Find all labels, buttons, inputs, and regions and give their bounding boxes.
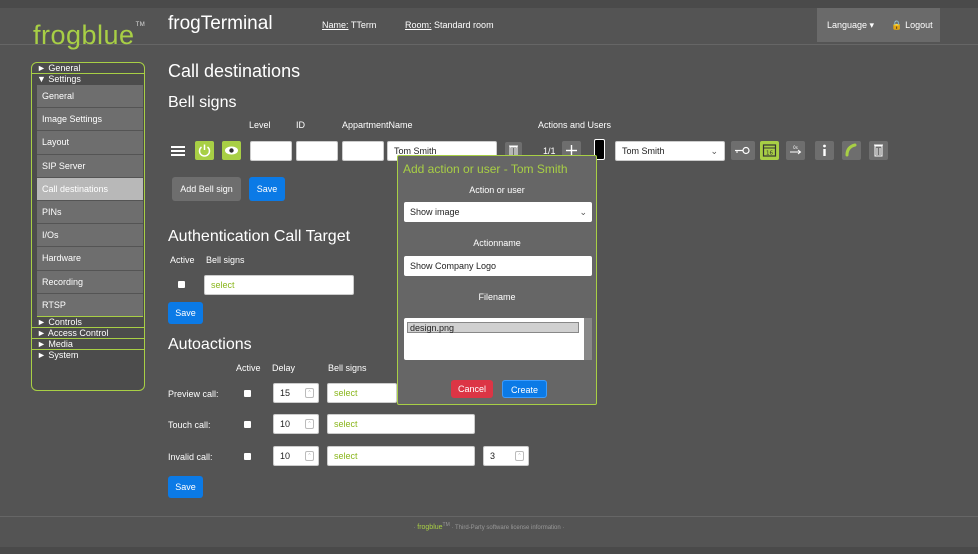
stepper-arrows-icon: ⌃ (515, 451, 524, 461)
level-input[interactable] (250, 141, 292, 161)
chevron-down-icon: ⌄ (710, 146, 718, 156)
nav-category-access-control[interactable]: ► Access Control (32, 328, 144, 339)
phone-call-icon[interactable] (842, 141, 861, 160)
nav-category-controls[interactable]: ► Controls (32, 317, 144, 328)
delay-icon[interactable]: 0s (786, 141, 805, 160)
info-icon[interactable] (815, 141, 834, 160)
auth-active-checkbox[interactable] (178, 281, 185, 288)
invalid-call-label: Invalid call: (168, 452, 213, 462)
stepper-arrows-icon: ⌃ (305, 388, 314, 398)
col-level: Level (249, 120, 271, 130)
autoactions-heading: Autoactions (168, 336, 252, 353)
preview-call-bell-select[interactable]: select (327, 383, 397, 403)
power-icon[interactable] (195, 141, 214, 160)
touch-call-label: Touch call: (168, 420, 211, 430)
invalid-call-count-stepper[interactable]: 3 ⌃ (483, 446, 529, 466)
sidebar-item-layout[interactable]: Layout (37, 131, 143, 155)
autoactions-col-bell-signs: Bell signs (328, 363, 367, 373)
auth-col-active: Active (170, 255, 195, 265)
sidebar-nav: ► General ▼ Settings General Image Setti… (31, 62, 145, 391)
room-name: Room: Standard room (405, 20, 494, 30)
sidebar-item-recording[interactable]: Recording (37, 270, 143, 294)
col-actions-users: Actions and Users (538, 120, 612, 130)
language-dropdown[interactable]: Language ▾ (817, 8, 884, 42)
preview-call-active-checkbox[interactable] (244, 390, 251, 397)
bottom-band (0, 547, 978, 554)
listbox-scrollbar[interactable] (584, 318, 592, 360)
app-title: frogTerminal (168, 13, 273, 34)
create-button[interactable]: Create (502, 380, 547, 398)
footer-divider (0, 516, 978, 517)
sidebar-item-ios[interactable]: I/Os (37, 224, 143, 248)
eye-icon[interactable] (222, 141, 241, 160)
calendar-icon[interactable]: 16 (760, 141, 779, 160)
logout-button[interactable]: 🔒 Logout (884, 8, 940, 42)
autoactions-col-active: Active (236, 363, 261, 373)
device-name: Name: TTerm (322, 20, 377, 30)
svg-text:0s: 0s (793, 145, 798, 150)
file-option[interactable]: design.png (407, 322, 579, 333)
actionname-label: Actionname (473, 238, 521, 248)
add-bell-sign-button[interactable]: Add Bell sign (172, 177, 241, 201)
filename-listbox[interactable]: design.png (404, 318, 592, 360)
modal-title: Add action or user - Tom Smith (403, 162, 568, 176)
id-input[interactable] (296, 141, 338, 161)
lock-icon: 🔒 (891, 20, 903, 30)
col-id: ID (296, 120, 305, 130)
auth-call-target-heading: Authentication Call Target (168, 228, 351, 245)
action-or-user-select[interactable]: Show image ⌄ (404, 202, 592, 222)
stepper-arrows-icon: ⌃ (305, 419, 314, 429)
drag-handle-icon[interactable] (171, 146, 185, 156)
header-bar: frogblueTM frogTerminal Name: TTerm Room… (0, 0, 978, 49)
auth-bell-select[interactable]: select (204, 275, 354, 295)
invalid-call-delay-stepper[interactable]: 10 ⌃ (273, 446, 319, 466)
apartment-input[interactable] (342, 141, 384, 161)
chevron-down-icon: ⌄ (579, 207, 587, 217)
stepper-arrows-icon: ⌃ (305, 451, 314, 461)
license-link[interactable]: Third-Party software license information (455, 525, 561, 531)
preview-call-label: Preview call: (168, 389, 219, 399)
sidebar-item-rtsp[interactable]: RTSP (37, 293, 143, 317)
cancel-button[interactable]: Cancel (451, 380, 493, 398)
auth-save-button[interactable]: Save (168, 302, 203, 324)
caret-down-icon: ▾ (869, 20, 875, 30)
touch-call-active-checkbox[interactable] (244, 421, 251, 428)
auth-col-bell-signs: Bell signs (206, 255, 245, 265)
add-action-modal: Add action or user - Tom Smith Action or… (397, 155, 597, 405)
sidebar-item-general[interactable]: General (37, 85, 143, 109)
svg-text:16: 16 (766, 151, 773, 157)
touch-call-delay-stepper[interactable]: 10 ⌃ (273, 414, 319, 434)
delete-row-icon[interactable] (869, 141, 888, 160)
nav-category-media[interactable]: ► Media (32, 339, 144, 350)
sidebar-item-call-destinations[interactable]: Call destinations (37, 177, 143, 201)
sidebar-item-hardware[interactable]: Hardware (37, 247, 143, 271)
invalid-call-bell-select[interactable]: select (327, 446, 475, 466)
sidebar-item-pins[interactable]: PINs (37, 200, 143, 225)
nav-category-general[interactable]: ► General (32, 63, 144, 74)
actionname-input[interactable]: Show Company Logo (404, 256, 592, 276)
autoactions-col-delay: Delay (272, 363, 296, 373)
nav-category-system[interactable]: ► System (32, 350, 144, 361)
page-title: Call destinations (168, 61, 301, 81)
filename-label: Filename (478, 292, 516, 302)
col-apartment-name: AppartmentName (342, 120, 413, 130)
autoactions-save-button[interactable]: Save (168, 476, 203, 498)
bell-signs-save-button[interactable]: Save (249, 177, 285, 201)
frogblue-logo: frogblueTM (33, 20, 146, 50)
sidebar-item-sip-server[interactable]: SIP Server (37, 154, 143, 178)
user-select[interactable]: Tom Smith ⌄ (615, 141, 725, 161)
invalid-call-active-checkbox[interactable] (244, 453, 251, 460)
sidebar-item-image-settings[interactable]: Image Settings (37, 108, 143, 132)
touch-call-bell-select[interactable]: select (327, 414, 475, 434)
preview-call-delay-stepper[interactable]: 15 ⌃ (273, 383, 319, 403)
footer: · frogblueTM · Third-Party software lice… (413, 522, 565, 531)
action-or-user-label: Action or user (469, 185, 525, 195)
key-icon[interactable] (731, 141, 755, 160)
nav-category-settings[interactable]: ▼ Settings (32, 74, 144, 85)
bell-signs-heading: Bell signs (168, 94, 237, 111)
